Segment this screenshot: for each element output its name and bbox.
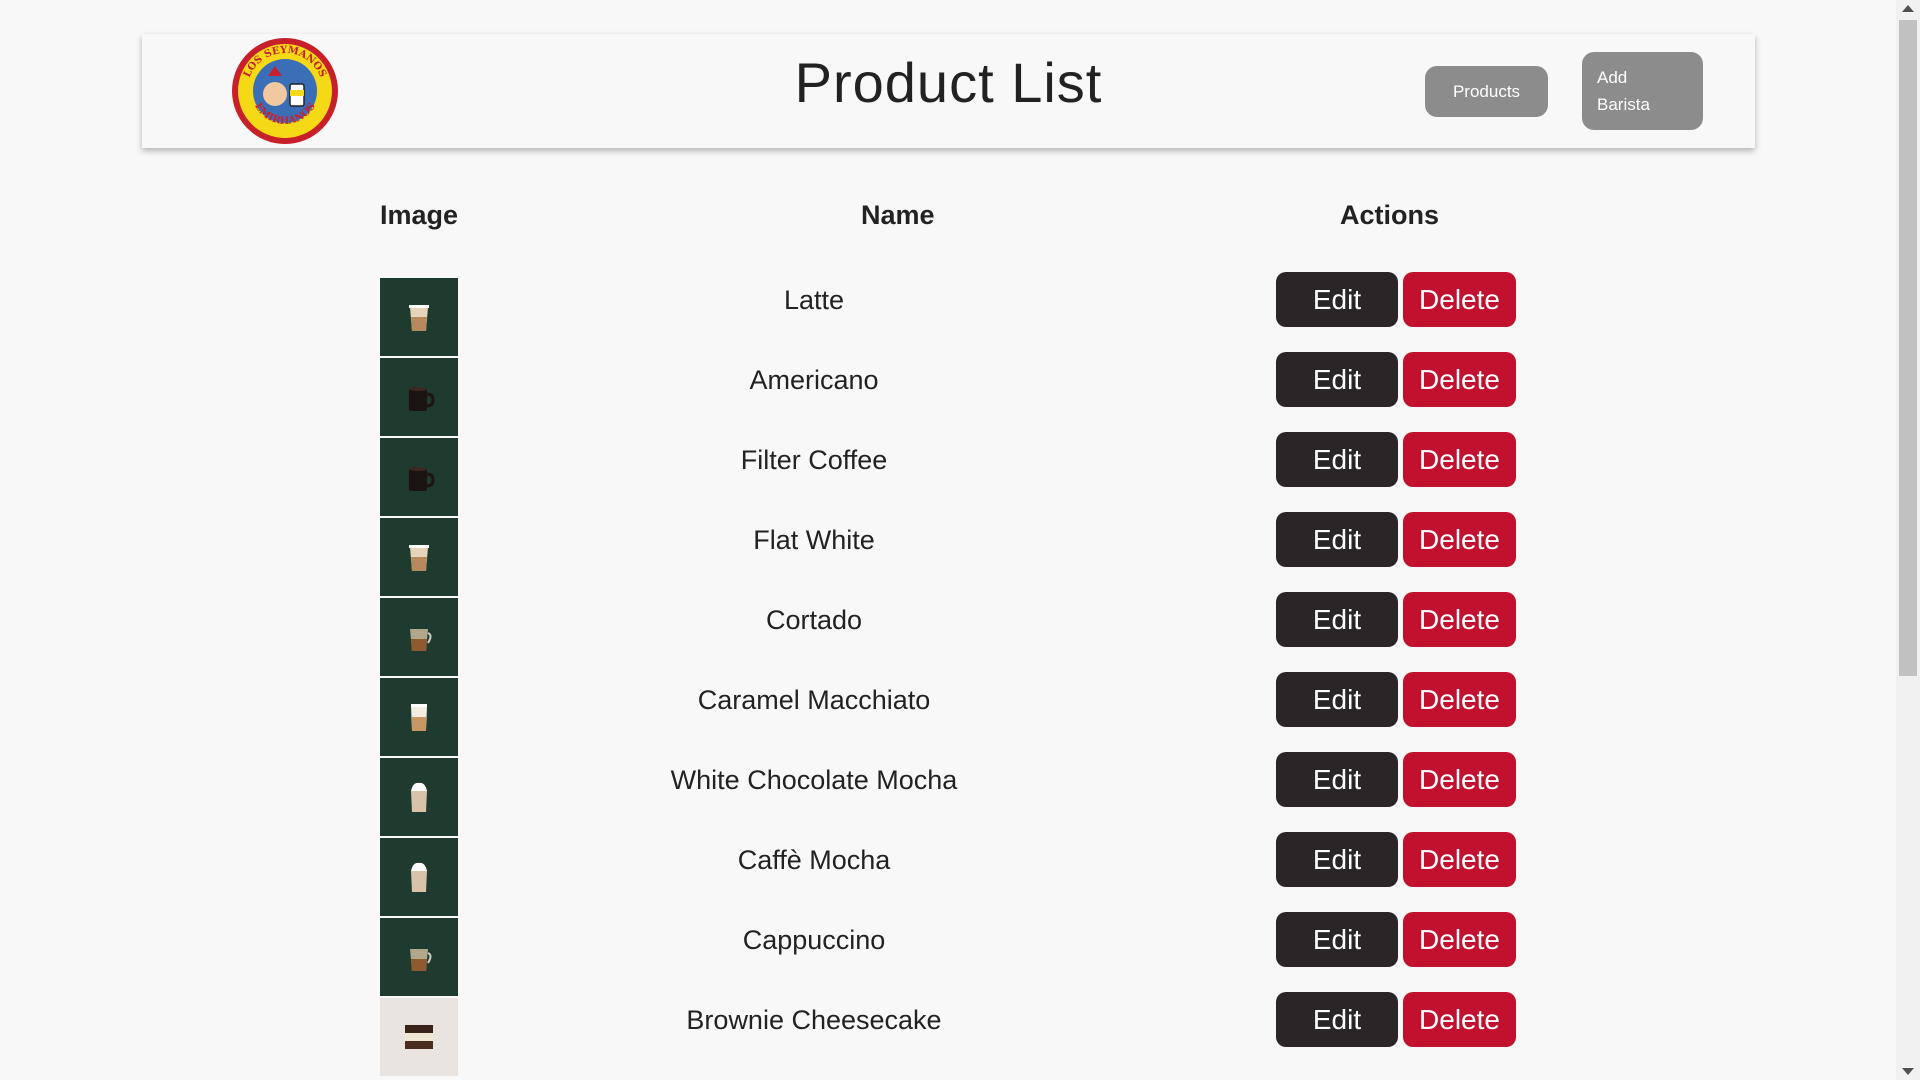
brownie-cheesecake-icon (405, 1025, 433, 1049)
edit-button[interactable]: Edit (1276, 672, 1398, 727)
product-name: Americano (749, 365, 879, 395)
edit-button[interactable]: Edit (1276, 752, 1398, 807)
delete-button[interactable]: Delete (1403, 592, 1516, 647)
delete-button[interactable]: Delete (1403, 432, 1516, 487)
edit-button[interactable]: Edit (1276, 832, 1398, 887)
product-image (380, 838, 458, 916)
table-row: Cortado Edit Delete (380, 592, 1520, 678)
product-name: Flat White (753, 525, 875, 555)
product-image (380, 598, 458, 676)
product-name: Filter Coffee (740, 445, 888, 475)
table-row: Cappuccino Edit Delete (380, 912, 1520, 998)
product-table-body: Latte Edit Delete Americano Edit Delete Filter… (380, 272, 1520, 1078)
edit-button[interactable]: Edit (1276, 912, 1398, 967)
table-row: Brownie Cheesecake Edit Delete (380, 992, 1520, 1078)
edit-button[interactable]: Edit (1276, 432, 1398, 487)
product-name: Caramel Macchiato (697, 685, 931, 715)
table-row: Filter Coffee Edit Delete (380, 432, 1520, 518)
scroll-down-arrow-icon[interactable] (1902, 1068, 1914, 1075)
column-header-image: Image (380, 200, 459, 230)
delete-button[interactable]: Delete (1403, 992, 1516, 1047)
product-image (380, 758, 458, 836)
table-row: Caffè Mocha Edit Delete (380, 832, 1520, 918)
latte-cup-icon (409, 305, 429, 331)
product-name: Latte (783, 285, 845, 315)
product-image (380, 918, 458, 996)
table-row: Flat White Edit Delete (380, 512, 1520, 598)
column-header-name: Name (861, 200, 935, 230)
product-name: Caffè Mocha (737, 845, 891, 875)
table-row: Latte Edit Delete (380, 272, 1520, 358)
vertical-scrollbar[interactable] (1896, 0, 1920, 1080)
delete-button[interactable]: Delete (1403, 752, 1516, 807)
edit-button[interactable]: Edit (1276, 272, 1398, 327)
column-header-actions: Actions (1340, 200, 1440, 230)
table-row: Caramel Macchiato Edit Delete (380, 672, 1520, 758)
table-row: White Chocolate Mocha Edit Delete (380, 752, 1520, 838)
delete-button[interactable]: Delete (1403, 272, 1516, 327)
product-image (380, 438, 458, 516)
delete-button[interactable]: Delete (1403, 512, 1516, 567)
products-nav-button[interactable]: Products (1425, 66, 1548, 117)
product-name: Brownie Cheesecake (686, 1005, 942, 1035)
latte-cup-icon (409, 545, 429, 571)
whipped-cream-cup-icon (411, 862, 427, 892)
product-name: White Chocolate Mocha (670, 765, 958, 795)
glass-coffee-icon (410, 949, 432, 971)
black-coffee-mug-icon (409, 467, 435, 491)
scroll-up-arrow-icon[interactable] (1902, 5, 1914, 12)
glass-coffee-icon (410, 629, 432, 651)
black-coffee-mug-icon (409, 387, 435, 411)
product-image (380, 998, 458, 1076)
page-header: LOS SEYMANOS EMIRHANOS Product List Prod… (142, 34, 1755, 148)
add-barista-nav-button[interactable]: Add Barista (1582, 52, 1703, 130)
scrollbar-thumb[interactable] (1899, 20, 1917, 676)
layered-cup-icon (411, 704, 427, 731)
delete-button[interactable]: Delete (1403, 832, 1516, 887)
product-name: Cappuccino (742, 925, 886, 955)
product-image (380, 278, 458, 356)
product-image (380, 518, 458, 596)
product-image (380, 358, 458, 436)
delete-button[interactable]: Delete (1403, 672, 1516, 727)
edit-button[interactable]: Edit (1276, 352, 1398, 407)
edit-button[interactable]: Edit (1276, 592, 1398, 647)
product-image (380, 678, 458, 756)
edit-button[interactable]: Edit (1276, 992, 1398, 1047)
delete-button[interactable]: Delete (1403, 352, 1516, 407)
add-barista-label-line2: Barista (1597, 95, 1650, 114)
add-barista-label-line1: Add (1597, 68, 1628, 87)
whipped-cream-cup-icon (411, 782, 427, 812)
delete-button[interactable]: Delete (1403, 912, 1516, 967)
table-row: Americano Edit Delete (380, 352, 1520, 438)
edit-button[interactable]: Edit (1276, 512, 1398, 567)
product-name: Cortado (765, 605, 863, 635)
